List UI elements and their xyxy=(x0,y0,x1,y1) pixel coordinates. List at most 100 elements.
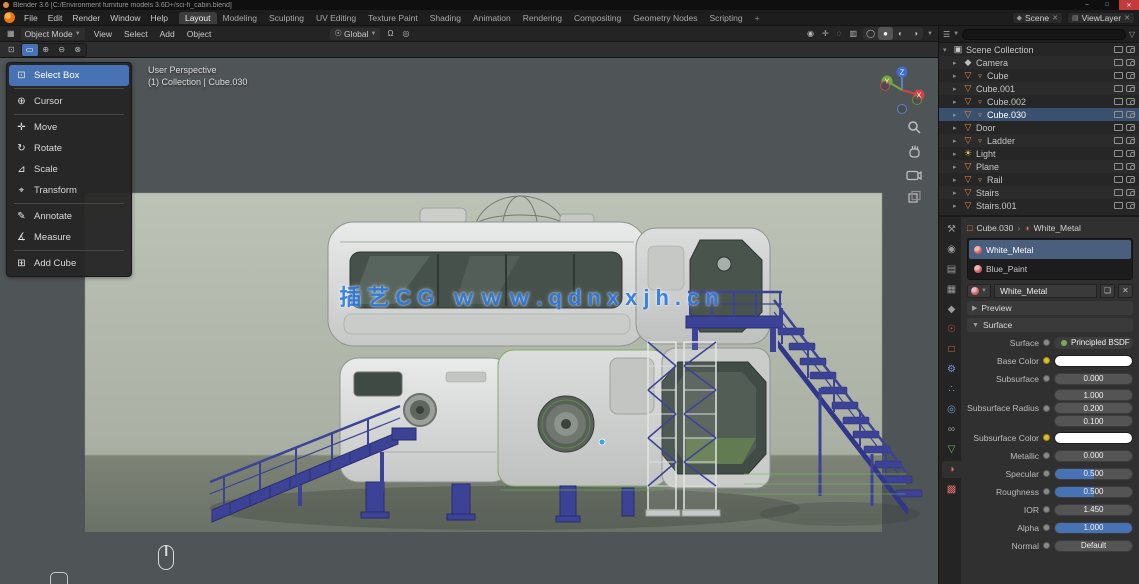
hide-viewport-toggle[interactable] xyxy=(1114,137,1123,144)
socket-icon[interactable] xyxy=(1043,542,1050,549)
tool-cursor[interactable]: ⊕Cursor xyxy=(9,91,129,112)
tool-transform[interactable]: ⌖Transform xyxy=(9,180,129,201)
view-layer-unlink-icon[interactable]: ✕ xyxy=(1124,14,1130,22)
disable-render-toggle[interactable] xyxy=(1126,202,1135,209)
blender-logo-icon[interactable] xyxy=(4,12,15,23)
workspace-tab-rendering[interactable]: Rendering xyxy=(517,12,568,24)
viewport-menu-add[interactable]: Add xyxy=(155,29,180,39)
menu-file[interactable]: File xyxy=(19,13,43,23)
proportional-falloff-icon[interactable]: ◎ xyxy=(400,29,411,38)
hide-viewport-toggle[interactable] xyxy=(1114,72,1123,79)
disable-render-toggle[interactable] xyxy=(1126,150,1135,157)
tool-select-box[interactable]: ⊡Select Box xyxy=(9,65,129,86)
socket-icon[interactable] xyxy=(1043,375,1050,382)
hide-viewport-toggle[interactable] xyxy=(1114,59,1123,66)
camera-view-icon[interactable] xyxy=(906,168,922,181)
menu-render[interactable]: Render xyxy=(67,13,105,23)
workspace-tab-scripting[interactable]: Scripting xyxy=(704,12,749,24)
show-overlays-icon[interactable]: ◌ xyxy=(835,29,844,38)
disable-render-toggle[interactable] xyxy=(1126,72,1135,79)
close-button[interactable]: ✕ xyxy=(1119,0,1139,10)
properties-tab-scene[interactable]: ◆ xyxy=(942,301,961,318)
expand-arrow-icon[interactable]: ▸ xyxy=(953,124,960,132)
color-swatch[interactable] xyxy=(1054,355,1133,367)
disable-render-toggle[interactable] xyxy=(1126,189,1135,196)
hide-viewport-toggle[interactable] xyxy=(1114,46,1123,53)
breadcrumb-object[interactable]: Cube.030 xyxy=(976,223,1013,233)
tool-rotate[interactable]: ↻Rotate xyxy=(9,138,129,159)
shading-solid-button[interactable]: ● xyxy=(878,27,893,40)
tool-annotate[interactable]: ✎Annotate xyxy=(9,206,129,227)
material-name-field[interactable]: White_Metal xyxy=(994,284,1097,298)
disable-render-toggle[interactable] xyxy=(1126,111,1135,118)
outliner-item-camera[interactable]: ▸◆Camera xyxy=(939,56,1139,69)
disable-render-toggle[interactable] xyxy=(1126,85,1135,92)
number-field[interactable]: 0.200 xyxy=(1054,402,1133,414)
number-field[interactable]: 1.000 xyxy=(1054,389,1133,401)
minimize-button[interactable]: – xyxy=(1079,0,1095,10)
outliner-item-scene-collection[interactable]: ▾▣Scene Collection xyxy=(939,43,1139,56)
disable-render-toggle[interactable] xyxy=(1126,46,1135,53)
slider-field[interactable]: 1.000 xyxy=(1054,522,1133,534)
menu-help[interactable]: Help xyxy=(145,13,172,23)
viewport-menu-select[interactable]: Select xyxy=(119,29,153,39)
expand-arrow-icon[interactable]: ▸ xyxy=(953,98,960,106)
tool-scale[interactable]: ⊿Scale xyxy=(9,159,129,180)
hide-viewport-toggle[interactable] xyxy=(1114,111,1123,118)
copy-material-button[interactable]: ❏ xyxy=(1100,284,1115,298)
material-slot[interactable]: Blue_Paint xyxy=(969,259,1131,278)
scene-selector[interactable]: ◆ Scene ✕ xyxy=(1012,12,1063,24)
workspace-tab-texture-paint[interactable]: Texture Paint xyxy=(362,12,424,24)
tool-add-cube[interactable]: ⊞Add Cube xyxy=(9,253,129,274)
maximize-button[interactable]: □ xyxy=(1099,0,1115,10)
scene-unlink-icon[interactable]: ✕ xyxy=(1052,14,1058,22)
mode-dropdown[interactable]: Object Mode ▼ xyxy=(21,28,85,40)
expand-arrow-icon[interactable]: ▸ xyxy=(953,202,960,210)
properties-tab-tool[interactable]: ⚒ xyxy=(942,221,961,238)
number-field[interactable]: 1.450 xyxy=(1054,504,1133,516)
tool-measure[interactable]: ∡Measure xyxy=(9,227,129,248)
hide-viewport-toggle[interactable] xyxy=(1114,189,1123,196)
viewport-menu-object[interactable]: Object xyxy=(182,29,217,39)
socket-icon[interactable] xyxy=(1043,524,1050,531)
workspace-tab-layout[interactable]: Layout xyxy=(179,12,217,24)
expand-arrow-icon[interactable]: ▸ xyxy=(953,189,960,197)
shading-material-preview-button[interactable]: ◐ xyxy=(893,27,908,40)
workspace-tab-modeling[interactable]: Modeling xyxy=(217,12,264,24)
preview-section-header[interactable]: ▶ Preview xyxy=(967,301,1133,315)
disable-render-toggle[interactable] xyxy=(1126,137,1135,144)
workspace-tab-compositing[interactable]: Compositing xyxy=(568,12,627,24)
shading-wireframe-button[interactable]: ◯ xyxy=(863,27,878,40)
socket-icon[interactable] xyxy=(1043,506,1050,513)
properties-tab-texture[interactable]: ▩ xyxy=(942,481,961,498)
mode-subtract-button[interactable]: ⊖ xyxy=(54,44,70,56)
tool-move[interactable]: ✛Move xyxy=(9,117,129,138)
outliner-item-cube-001[interactable]: ▸▽Cube.001 xyxy=(939,82,1139,95)
viewport-3d[interactable]: ⊡Select Box ⊕Cursor ✛Move↻Rotate⊿Scale⌖Tra… xyxy=(0,58,938,584)
outliner-item-cube-002[interactable]: ▸▽▿Cube.002 xyxy=(939,95,1139,108)
properties-tab-data[interactable]: ▽ xyxy=(942,441,961,458)
orientation-dropdown[interactable]: ☉ Global ▼ xyxy=(330,28,380,40)
socket-icon[interactable] xyxy=(1043,488,1050,495)
properties-tab-output[interactable]: ▤ xyxy=(942,261,961,278)
shading-rendered-button[interactable]: ◑ xyxy=(908,27,923,40)
disable-render-toggle[interactable] xyxy=(1126,98,1135,105)
outliner-item-door[interactable]: ▸▽Door xyxy=(939,121,1139,134)
disable-render-toggle[interactable] xyxy=(1126,124,1135,131)
menu-window[interactable]: Window xyxy=(105,13,145,23)
number-field[interactable]: 0.000 xyxy=(1054,373,1133,385)
show-object-types-icon[interactable]: ◉ xyxy=(805,29,816,38)
toggle-xray-icon[interactable]: ▥ xyxy=(847,29,859,38)
view-layer-selector[interactable]: ▤ ViewLayer ✕ xyxy=(1067,12,1135,24)
expand-arrow-icon[interactable]: ▸ xyxy=(953,111,960,119)
slider-field[interactable]: 0.500 xyxy=(1054,468,1133,480)
number-field[interactable]: 0.000 xyxy=(1054,450,1133,462)
outliner-item-stairs-001[interactable]: ▸▽Stairs.001 xyxy=(939,199,1139,212)
mode-set-button[interactable]: ▭ xyxy=(22,44,38,56)
workspace-tab-geometry-nodes[interactable]: Geometry Nodes xyxy=(627,12,703,24)
expand-arrow-icon[interactable]: ▸ xyxy=(953,137,960,145)
expand-arrow-icon[interactable]: ▸ xyxy=(953,72,960,80)
expand-arrow-icon[interactable]: ▾ xyxy=(943,46,950,54)
zoom-icon[interactable] xyxy=(907,120,922,135)
properties-tab-material[interactable]: ◑ xyxy=(942,461,961,478)
